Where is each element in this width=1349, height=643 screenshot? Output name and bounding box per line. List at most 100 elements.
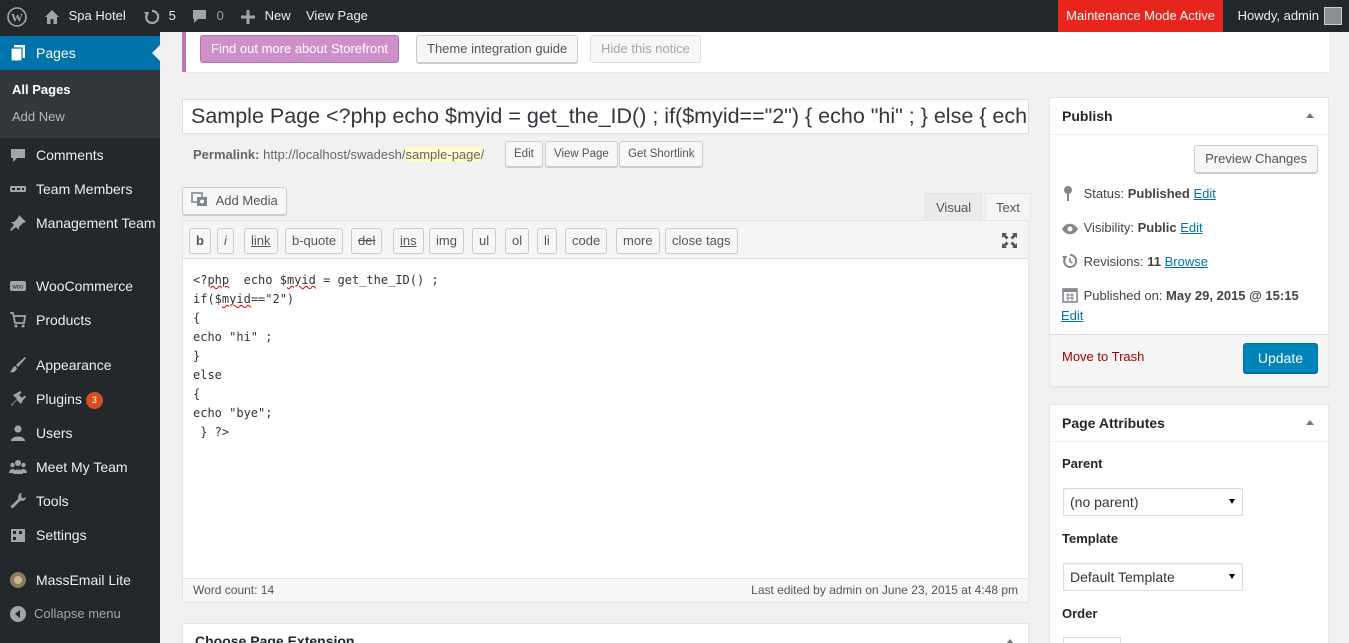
qt-ol-button[interactable]: ol (505, 228, 530, 254)
menu-item-users[interactable]: Users (0, 424, 160, 444)
collapse-toggle-icon[interactable] (1006, 639, 1014, 643)
edit-date-link[interactable]: Edit (1061, 307, 1083, 325)
qt-del-button[interactable]: del (351, 228, 383, 254)
howdy-label: Howdy, admin (1237, 8, 1319, 23)
page-attributes-title: Page Attributes (1062, 415, 1165, 431)
collapse-toggle-icon[interactable] (1306, 113, 1314, 118)
view-page-link[interactable]: View Page (306, 0, 368, 32)
pin-icon (9, 214, 29, 234)
site-name-link[interactable]: Spa Hotel (44, 0, 126, 32)
page-extension-box: Choose Page Extension (182, 623, 1029, 643)
wordpress-logo-icon[interactable]: W (7, 0, 27, 32)
add-media-button[interactable]: Add Media (182, 187, 287, 215)
post-title-input[interactable]: Sample Page <?php echo $myid = get_the_I… (182, 99, 1029, 134)
editor-status-bar: Word count: 14 Last edited by admin on J… (183, 578, 1028, 602)
fullscreen-icon[interactable] (1001, 232, 1018, 252)
cart-icon (9, 311, 29, 331)
order-label: Order (1062, 606, 1098, 621)
edit-status-link[interactable]: Edit (1193, 186, 1215, 201)
status-row: Status: Published Edit (1062, 185, 1216, 206)
add-media-icon (191, 192, 209, 208)
tab-text[interactable]: Text (985, 193, 1031, 221)
menu-item-management-team[interactable]: Management Team (0, 214, 160, 254)
avatar[interactable] (1324, 7, 1342, 25)
chevron-down-icon (1229, 574, 1235, 579)
tab-visual[interactable]: Visual (925, 193, 983, 221)
updates-link[interactable]: 5 (143, 0, 176, 32)
menu-item-label: MassEmail Lite (36, 572, 131, 588)
qt-code-button[interactable]: code (565, 228, 608, 254)
settings-icon (9, 526, 29, 546)
editor-textarea[interactable]: <?php echo $myid = get_the_ID() ; if($myi… (193, 271, 439, 442)
menu-item-label: Comments (36, 147, 104, 163)
browse-revisions-link[interactable]: Browse (1165, 254, 1208, 269)
menu-item-tools[interactable]: Tools (0, 492, 160, 512)
get-shortlink-button[interactable]: Get Shortlink (619, 141, 704, 167)
menu-item-label: Tools (36, 493, 69, 509)
view-page-button[interactable]: View Page (545, 141, 618, 167)
permalink-trailing: / (480, 147, 485, 162)
update-button[interactable]: Update (1242, 343, 1318, 373)
menu-item-plugins[interactable]: Plugins 3 (0, 390, 160, 410)
revisions-icon (1062, 253, 1080, 274)
status-label: Status: (1083, 186, 1125, 201)
menu-item-appearance[interactable]: Appearance (0, 356, 160, 376)
template-select-value: Default Template (1070, 569, 1175, 585)
preview-changes-button[interactable]: Preview Changes (1194, 145, 1318, 173)
menu-item-pages[interactable]: Pages (0, 36, 160, 70)
qt-close-tags-button[interactable]: close tags (665, 228, 738, 254)
menu-item-label: Plugins 3 (36, 390, 156, 409)
menu-item-team-members[interactable]: Team Members (0, 180, 160, 200)
menu-item-meet-my-team[interactable]: Meet My Team (0, 458, 160, 478)
submenu-add-new[interactable]: Add New (12, 109, 65, 124)
menu-item-woocommerce[interactable]: woo WooCommerce (0, 277, 160, 297)
qt-link-button[interactable]: link (244, 228, 278, 254)
edit-visibility-link[interactable]: Edit (1180, 220, 1202, 235)
chevron-down-icon (1229, 499, 1235, 504)
qt-ins-button[interactable]: ins (393, 228, 424, 254)
revisions-label: Revisions: (1083, 254, 1144, 269)
menu-item-label: Team Members (36, 181, 133, 197)
storefront-info-button[interactable]: Find out more about Storefront (200, 35, 400, 63)
order-input[interactable] (1063, 637, 1121, 643)
status-value: Published (1127, 186, 1190, 201)
permalink-url[interactable]: http://localhost/swadesh/sample-page/ (263, 147, 484, 162)
collapse-menu-button[interactable]: Collapse menu (0, 605, 160, 625)
hide-notice-button[interactable]: Hide this notice (590, 35, 701, 63)
comments-link[interactable]: 0 (191, 0, 224, 32)
word-count: Word count: 14 (193, 583, 275, 597)
menu-item-massemail-lite[interactable]: MassEmail Lite (0, 571, 160, 591)
collapse-toggle-icon[interactable] (1306, 420, 1314, 425)
visibility-value: Public (1137, 220, 1177, 235)
qt-ul-button[interactable]: ul (472, 228, 497, 254)
parent-select[interactable]: (no parent) (1063, 488, 1243, 516)
divider (1050, 441, 1328, 442)
last-edited: Last edited by admin on June 23, 2015 at… (751, 583, 1018, 597)
edit-permalink-button[interactable]: Edit (505, 141, 543, 167)
editor-line: { (193, 311, 201, 325)
menu-item-settings[interactable]: Settings (0, 526, 160, 546)
qt-italic-button[interactable]: i (217, 228, 234, 254)
publish-box: Publish Preview Changes Status: Publishe… (1049, 97, 1329, 387)
template-select[interactable]: Default Template (1063, 563, 1243, 591)
parent-label: Parent (1062, 456, 1103, 471)
qt-bquote-button[interactable]: b-quote (285, 228, 344, 254)
qt-img-button[interactable]: img (429, 228, 464, 254)
permalink-base: http://localhost/swadesh/ (263, 147, 406, 162)
move-to-trash-link[interactable]: Move to Trash (1062, 349, 1144, 364)
theme-integration-guide-button[interactable]: Theme integration guide (416, 35, 579, 63)
submenu-all-pages[interactable]: All Pages (12, 82, 71, 97)
admin-bar: W Spa Hotel 5 0 New View Page Maintenanc… (0, 0, 1349, 32)
qt-li-button[interactable]: li (537, 228, 557, 254)
plus-icon (241, 8, 255, 24)
maintenance-mode-badge[interactable]: Maintenance Mode Active (1058, 0, 1223, 32)
qt-more-button[interactable]: more (616, 228, 660, 254)
visibility-label: Visibility: (1083, 220, 1134, 235)
plugin-update-badge: 3 (85, 392, 103, 409)
qt-bold-button[interactable]: b (189, 228, 211, 254)
editor-line: echo "bye"; (193, 406, 273, 420)
new-content-link[interactable]: New (241, 0, 291, 32)
menu-item-products[interactable]: Products (0, 311, 160, 331)
publish-title: Publish (1062, 108, 1113, 124)
menu-item-comments[interactable]: Comments (0, 146, 160, 166)
